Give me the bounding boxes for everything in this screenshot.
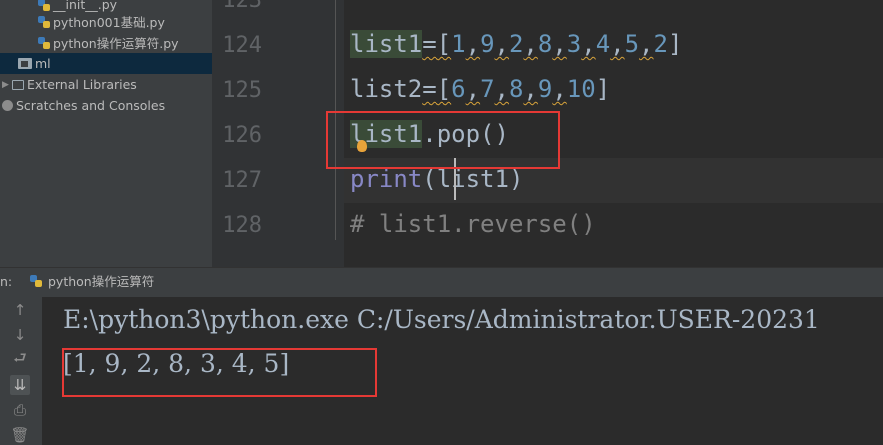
highlight-box-pop (326, 111, 560, 169)
comma-token: , (639, 30, 654, 58)
tree-item-scratches[interactable]: Scratches and Consoles (0, 95, 212, 116)
comma-token: , (465, 75, 481, 103)
number-literal: 2 (508, 30, 524, 58)
chevron-right-icon[interactable]: ▶ (2, 80, 12, 90)
number-literal: 1 (451, 30, 466, 58)
tree-item-label: ml (35, 56, 51, 71)
project-tree: __init__.py python001基础.py python操作运算符.p… (0, 0, 212, 267)
code-line-128[interactable]: # list1.reverse() (350, 210, 596, 238)
run-label: n: (0, 274, 13, 289)
arrow-down-icon[interactable]: ↓ (10, 325, 30, 345)
python-file-icon (38, 15, 50, 28)
line-number: 124 (222, 33, 262, 58)
comma-token: , (523, 75, 538, 103)
tab-label: python操作运算符 (48, 274, 155, 289)
code-line-124[interactable]: list1=[1,9,2,8,3,4,5,2] (350, 30, 682, 58)
comma-token: , (465, 30, 481, 58)
line-number: 128 (222, 213, 262, 238)
code-token: =[ (422, 30, 452, 58)
code-token: ( (422, 165, 437, 193)
library-icon (12, 79, 24, 90)
tree-item-ml[interactable]: ml (0, 53, 212, 74)
number-literal: 6 (451, 75, 466, 103)
code-token: ) (508, 165, 524, 193)
tree-item-label: python001基础.py (53, 15, 165, 30)
tree-item-label: Scratches and Consoles (16, 98, 166, 113)
code-token: list2 (350, 75, 423, 103)
number-literal: 7 (480, 75, 495, 103)
number-literal: 5 (624, 30, 640, 58)
number-literal: 4 (595, 30, 611, 58)
comma-token: , (523, 30, 538, 58)
python-file-icon (38, 0, 50, 11)
line-number: 127 (222, 168, 262, 193)
comma-token: , (494, 75, 509, 103)
code-token: =[ (422, 75, 452, 103)
python-file-icon (30, 274, 42, 287)
highlight-box-output (62, 348, 377, 397)
tree-item-label: External Libraries (27, 77, 137, 92)
soft-wrap-icon[interactable]: ⮐ (10, 349, 30, 370)
comma-token: , (581, 30, 596, 58)
line-number: 123 (222, 0, 262, 13)
number-literal: 9 (480, 30, 495, 58)
delete-icon[interactable]: 🗑 (10, 425, 30, 445)
number-literal: 2 (653, 30, 668, 58)
tree-item-python001[interactable]: python001基础.py (0, 11, 212, 32)
run-toolbar: ↑ ↓ ⮐ ⇊ ⎙ 🗑 (0, 297, 42, 445)
number-literal: 8 (537, 30, 553, 58)
arrow-up-icon[interactable]: ↑ (10, 300, 30, 320)
scratches-icon (2, 100, 13, 111)
print-icon[interactable]: ⎙ (10, 400, 30, 420)
number-literal: 3 (566, 30, 582, 58)
folder-icon (18, 58, 32, 69)
tree-item-label: python操作运算符.py (53, 36, 179, 51)
line-number: 126 (222, 123, 262, 148)
comma-token: , (610, 30, 625, 58)
console-command-line: E:\python3\python.exe C:/Users/Administr… (63, 305, 820, 334)
comma-token: , (552, 75, 567, 103)
python-file-icon (38, 36, 50, 49)
code-token: ] (667, 30, 683, 58)
tree-item-python-operators[interactable]: python操作运算符.py (0, 32, 212, 53)
number-literal: 10 (566, 75, 596, 103)
code-token: ] (595, 75, 611, 103)
code-line-125[interactable]: list2=[6,7,8,9,10] (350, 75, 610, 103)
number-literal: 9 (537, 75, 553, 103)
code-token: list1 (350, 30, 423, 58)
tree-item-external-libraries[interactable]: ▶ External Libraries (0, 74, 212, 95)
comma-token: , (552, 30, 567, 58)
code-token: print (350, 165, 423, 193)
code-line-127[interactable]: print(list1) (350, 165, 523, 193)
code-token: list1 (436, 165, 509, 193)
number-literal: 8 (508, 75, 524, 103)
line-number: 125 (222, 78, 262, 103)
tab-run-config[interactable]: python操作运算符 (30, 271, 154, 290)
comma-token: , (494, 30, 509, 58)
scroll-to-end-icon[interactable]: ⇊ (10, 375, 30, 395)
